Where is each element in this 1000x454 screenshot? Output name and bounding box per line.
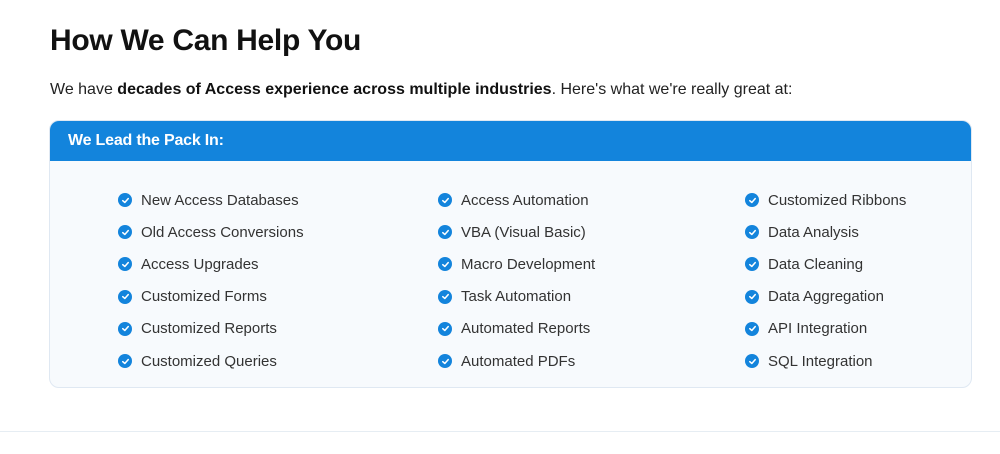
service-label: Customized Ribbons [768,191,907,209]
service-label: Automated Reports [461,320,591,338]
service-list-item: Data Cleaning [745,248,906,280]
check-circle-icon [118,225,132,240]
service-label: Data Cleaning [768,255,864,273]
service-list-item: Task Automation [438,281,595,313]
check-circle-icon [745,257,759,272]
service-list-item: Data Aggregation [745,281,906,313]
service-list-item: Customized Forms [118,281,304,313]
intro-prefix: We have [50,81,118,98]
service-list-item: Old Access Conversions [118,216,304,248]
services-card: We Lead the Pack In: New Access Database… [49,120,972,388]
check-circle-icon [118,193,132,208]
check-circle-icon [745,193,759,208]
check-circle-icon [438,321,452,336]
service-list-item: Macro Development [438,248,595,280]
section-title: How We Can Help You [50,24,361,57]
service-list-item: Access Automation [438,184,595,216]
services-card-header: We Lead the Pack In: [50,121,971,161]
service-list-item: Automated PDFs [438,345,595,377]
service-label: Customized Reports [141,320,277,338]
service-list-item: Customized Reports [118,313,304,345]
service-label: Data Analysis [768,223,859,241]
check-circle-icon [118,289,132,304]
service-label: Access Upgrades [141,255,259,273]
service-list-item: Customized Ribbons [745,184,906,216]
service-list-item: Access Upgrades [118,248,304,280]
service-label: New Access Databases [141,191,299,209]
service-label: Task Automation [461,288,572,306]
service-label: Macro Development [461,255,596,273]
check-circle-icon [745,321,759,336]
check-circle-icon [438,193,452,208]
check-circle-icon [118,257,132,272]
check-circle-icon [438,257,452,272]
section-divider [0,431,1000,432]
service-list-item: API Integration [745,313,906,345]
service-label: API Integration [768,320,868,338]
services-column-2: Access Automation VBA (Visual Basic) Macro… [438,184,595,377]
service-list-item: New Access Databases [118,184,304,216]
service-label: Old Access Conversions [141,223,304,241]
service-label: Customized Forms [141,288,267,306]
check-circle-icon [118,321,132,336]
page: How We Can Help You We have decades of A… [0,0,1000,454]
check-circle-icon [118,354,132,369]
service-label: Customized Queries [141,352,277,370]
service-label: Access Automation [461,191,589,209]
service-label: Data Aggregation [768,288,884,306]
check-circle-icon [438,289,452,304]
check-circle-icon [745,354,759,369]
check-circle-icon [438,225,452,240]
service-list-item: Automated Reports [438,313,595,345]
service-label: Automated PDFs [461,352,576,370]
service-list-item: SQL Integration [745,345,906,377]
check-circle-icon [745,225,759,240]
services-column-1: New Access Databases Old Access Conversio… [118,184,304,377]
service-list-item: Data Analysis [745,216,906,248]
service-label: SQL Integration [768,352,873,370]
service-label: VBA (Visual Basic) [461,223,586,241]
services-column-3: Customized Ribbons Data Analysis Data Clea… [745,184,906,377]
section-intro: We have decades of Access experience acr… [50,81,792,99]
check-circle-icon [438,354,452,369]
intro-suffix: . Here's what we're really great at: [551,81,793,98]
check-circle-icon [745,289,759,304]
intro-highlight: decades of Access experience across mult… [117,81,552,98]
service-list-item: VBA (Visual Basic) [438,216,595,248]
service-list-item: Customized Queries [118,345,304,377]
